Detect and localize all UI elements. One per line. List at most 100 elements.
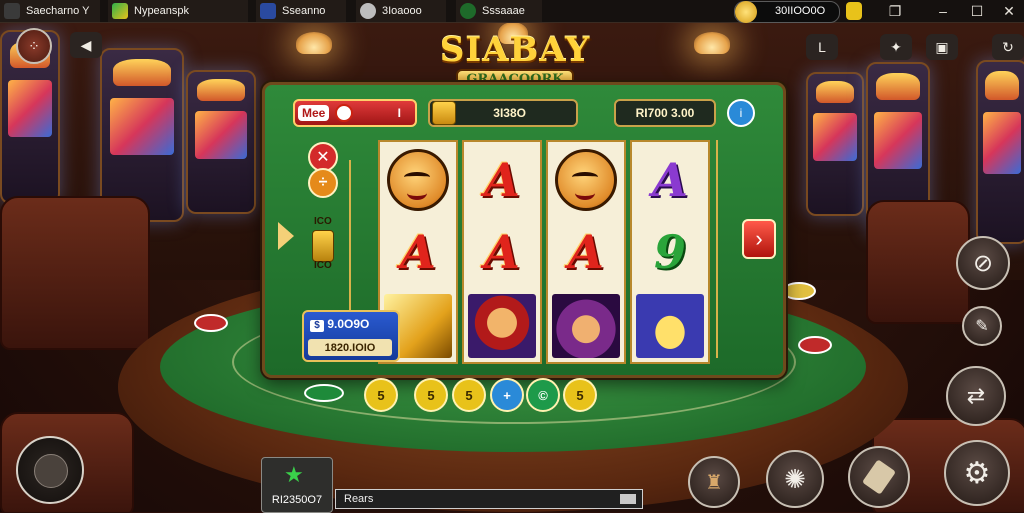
coin-value: 3I38O xyxy=(493,106,526,120)
green-chip-stack xyxy=(304,384,344,402)
maximize-icon[interactable]: ☐ xyxy=(962,0,992,22)
slot-machine xyxy=(186,70,256,214)
gear-icon: ⚙ xyxy=(963,456,991,490)
slot-machine xyxy=(806,72,864,216)
bet-increase-button[interactable]: ÷ xyxy=(308,168,338,198)
leather-chair xyxy=(0,196,150,350)
divide-icon: ÷ xyxy=(318,174,328,191)
bet-display: RI700 3.00 xyxy=(614,99,716,127)
settings-button[interactable]: ✦ xyxy=(880,34,912,60)
store-icon xyxy=(112,3,128,19)
window-restore-icon[interactable]: ❐ xyxy=(880,0,910,22)
info-button[interactable]: i xyxy=(727,99,755,127)
window-titlebar: Saecharno Y Nypeanspk Sseanno 3Ioaooo Ss… xyxy=(0,0,1024,23)
symbol-sun-face xyxy=(383,146,453,214)
tab-app[interactable]: Saecharno Y xyxy=(0,0,100,22)
chat-input[interactable]: Rears xyxy=(335,489,643,509)
jackpot-card[interactable]: ★ RI2350O7 xyxy=(261,457,333,513)
play-triangle-icon[interactable] xyxy=(278,222,294,250)
mode-value: I xyxy=(397,106,401,120)
dollar-icon: $ xyxy=(310,320,324,332)
add-chip-button[interactable]: + xyxy=(490,378,524,412)
close-icon[interactable]: ✕ xyxy=(994,0,1024,22)
win-subtotal: 1820.IOIO xyxy=(308,339,392,356)
game-title-line1: SIABAY xyxy=(439,30,591,70)
bet-chip[interactable]: 5 xyxy=(452,378,486,412)
virtual-joystick[interactable] xyxy=(16,436,84,504)
symbol-number: 9 xyxy=(653,225,686,279)
l-icon: L xyxy=(818,39,826,55)
reel-frame-right xyxy=(716,140,718,358)
dots-icon: ⁘ xyxy=(28,37,40,54)
chip-stack xyxy=(798,336,832,354)
symbol-hat-character xyxy=(467,292,537,360)
tab-label: Sseanno xyxy=(282,5,326,17)
dealer-button[interactable]: ♜ xyxy=(688,456,740,508)
poker-chip-icon: ✺ xyxy=(784,463,806,494)
tab-label: Saecharno Y xyxy=(26,5,90,17)
balance-value: 30IIOO0O xyxy=(775,5,826,17)
side-label-bottom: ICO xyxy=(314,260,332,271)
slot-app-icon xyxy=(260,3,276,19)
symbol-letter: A xyxy=(400,225,436,279)
coin-icon xyxy=(432,101,456,125)
speaker-icon: ◀ xyxy=(80,36,92,53)
slot-reels: A A A A A 9 xyxy=(370,140,716,364)
mode-label: Mee xyxy=(298,105,330,121)
no-entry-button[interactable]: ⊘ xyxy=(956,236,1010,290)
bet-chip[interactable]: 5 xyxy=(414,378,448,412)
slot-machine-icon xyxy=(312,230,334,262)
swap-button[interactable]: ⇄ xyxy=(946,366,1006,426)
rotate-icon: ↻ xyxy=(1002,38,1014,55)
mute-button[interactable]: ◀ xyxy=(70,32,102,58)
bet-value: RI700 3.00 xyxy=(635,106,695,120)
app-logo-icon xyxy=(4,3,20,19)
tab-clock[interactable]: 3Ioaooo xyxy=(356,0,446,22)
joystick-knob[interactable] xyxy=(34,454,68,488)
screenshot-button[interactable]: ▣ xyxy=(926,34,958,60)
symbol-gold-bar xyxy=(635,292,705,360)
info-icon: i xyxy=(739,106,743,120)
rotate-button[interactable]: ↻ xyxy=(992,34,1024,60)
win-display: $ 9.0O9O 1820.IOIO xyxy=(302,310,400,362)
symbol-letter: A xyxy=(484,153,520,207)
bet-chip[interactable]: 5 xyxy=(563,378,597,412)
jackpot-value: RI2350O7 xyxy=(271,494,323,506)
symbol-letter: A xyxy=(652,153,688,207)
bet-chip[interactable]: © xyxy=(526,378,560,412)
level-button[interactable]: L xyxy=(806,34,838,60)
pin-icon: ✦ xyxy=(890,38,902,55)
send-icon[interactable] xyxy=(620,494,636,504)
mode-selector[interactable]: Mee I xyxy=(293,99,417,127)
gold-coin-icon xyxy=(735,1,757,23)
game-app-icon xyxy=(460,3,476,19)
tab-slot[interactable]: Sseanno xyxy=(256,0,346,22)
tab-store[interactable]: Nypeanspk xyxy=(108,0,248,22)
chevron-right-icon: › xyxy=(755,226,763,251)
chip-stack xyxy=(194,314,228,332)
reel-4: A 9 xyxy=(630,140,710,364)
minimize-icon[interactable]: – xyxy=(928,0,958,22)
bet-chip[interactable]: 5 xyxy=(364,378,398,412)
chip-icon xyxy=(335,104,354,122)
action-card-button[interactable] xyxy=(848,446,910,508)
tab-label: 3Ioaooo xyxy=(382,5,422,17)
shield-badge-icon[interactable] xyxy=(846,2,862,20)
settings-gear-button[interactable]: ⚙ xyxy=(944,440,1010,506)
swap-icon: ⇄ xyxy=(966,383,986,408)
tab-label: Sssaaae xyxy=(482,5,525,17)
reel-3: A xyxy=(546,140,626,364)
card-icon xyxy=(861,459,897,495)
menu-round-button[interactable]: ⁘ xyxy=(16,28,52,64)
spin-next-button[interactable]: › xyxy=(742,219,776,259)
edit-button[interactable]: ✎ xyxy=(962,306,1002,346)
coin-balance[interactable]: 30IIOO0O xyxy=(734,1,840,23)
chip-settings-button[interactable]: ✺ xyxy=(766,450,824,508)
win-amount: $ 9.0O9O xyxy=(310,317,369,332)
multiply-icon: ✕ xyxy=(316,149,330,166)
coin-counter: 3I38O xyxy=(428,99,578,127)
tab-game[interactable]: Sssaaae xyxy=(456,0,542,22)
ceiling-lamp xyxy=(296,32,332,54)
symbol-letter: A xyxy=(484,225,520,279)
forbidden-icon: ⊘ xyxy=(972,249,994,277)
